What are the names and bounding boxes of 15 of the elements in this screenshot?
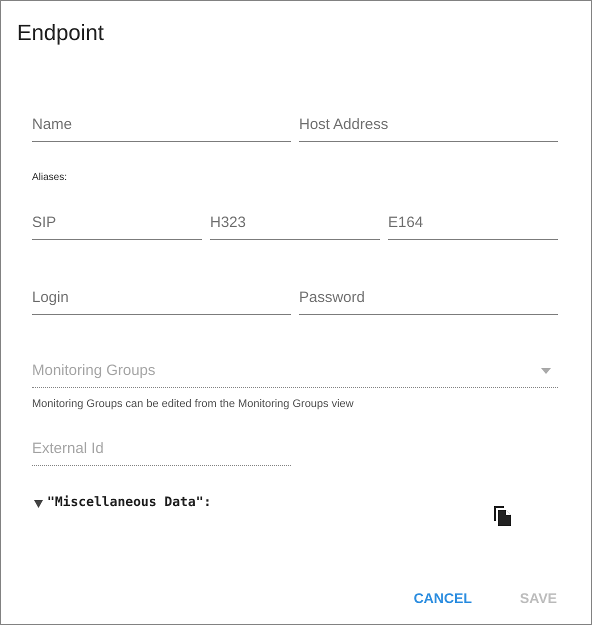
input-field[interactable]: Host Address [299,111,558,142]
input-field[interactable]: Password [299,284,558,315]
dropdown-caret-icon [540,367,552,375]
dialog-title: Endpoint [17,19,104,47]
input-field[interactable]: Login [32,284,291,315]
copy-icon[interactable] [492,505,512,527]
input-field[interactable]: SIP [32,209,202,240]
input-field[interactable]: E164 [388,209,558,240]
json-key: "Miscellaneous Data": [47,493,212,513]
expand-toggle-icon[interactable] [34,500,43,508]
input-field[interactable]: Name [32,111,291,142]
section-label: Aliases: [32,171,68,185]
cancel-button[interactable]: CANCEL [398,580,488,616]
helper-text: Monitoring Groups can be edited from the Monitoring Groups view [32,397,354,412]
input-field[interactable]: H323 [210,209,380,240]
